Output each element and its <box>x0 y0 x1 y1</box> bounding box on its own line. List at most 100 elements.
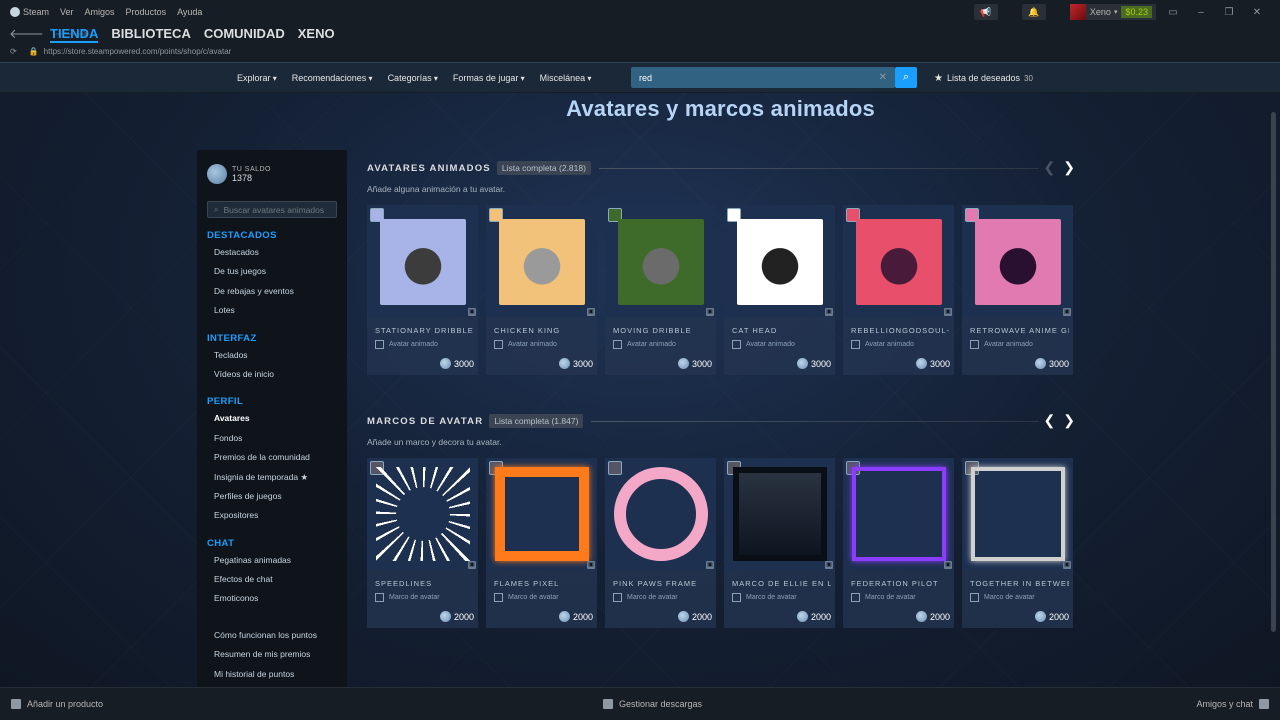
sidebar-item[interactable]: Teclados <box>207 346 337 365</box>
full-list-button[interactable]: Lista completa (2.818) <box>496 161 591 175</box>
chevron-left-icon[interactable]: ❮ <box>1044 412 1056 429</box>
chevron-right-icon[interactable]: ❯ <box>1063 412 1075 429</box>
sidebar-item[interactable]: Vídeos de inicio <box>207 365 337 384</box>
item-type-label: Marco de avatar <box>627 594 678 601</box>
avatar-card[interactable]: ▣ MOVING DRIBBLE Avatar animado 3000 <box>605 205 716 375</box>
gift-icon[interactable]: ▣ <box>706 561 714 569</box>
account-menu[interactable]: Xeno ▾ $0.23 <box>1069 4 1156 20</box>
full-list-button[interactable]: Lista completa (1.847) <box>489 414 584 428</box>
frame-card[interactable]: ▣ PINK PAWS FRAME Marco de avatar 2000 <box>605 458 716 628</box>
sidebar-link[interactable]: Resumen de mis premios <box>207 645 337 664</box>
star-icon: ★ <box>934 72 943 84</box>
sidebar-section-heading: DESTACADOS <box>207 230 277 241</box>
sidebar-item[interactable]: Destacados <box>207 243 337 262</box>
store-nav-misc[interactable]: Miscelánea <box>540 73 592 83</box>
gift-icon[interactable]: ▣ <box>1063 308 1071 316</box>
gift-icon[interactable]: ▣ <box>706 308 714 316</box>
store-search-input[interactable]: red ✕ <box>631 67 895 88</box>
title-bar: Steam Ver Amigos Productos Ayuda 📢 🔔 Xen… <box>0 0 1280 24</box>
chevron-right-icon[interactable]: ❯ <box>1063 159 1075 176</box>
store-nav-explore[interactable]: Explorar <box>237 73 277 83</box>
url-text[interactable]: https://store.steampowered.com/points/sh… <box>44 47 232 56</box>
menu-products[interactable]: Productos <box>126 7 167 17</box>
sidebar-item[interactable]: Efectos de chat <box>207 570 337 589</box>
tab-community[interactable]: COMUNIDAD <box>204 26 285 43</box>
friends-chat-button[interactable]: Amigos y chat <box>1196 699 1269 709</box>
gift-icon[interactable]: ▣ <box>825 561 833 569</box>
item-price: 3000 <box>558 358 593 369</box>
gift-icon[interactable]: ▣ <box>587 308 595 316</box>
steam-menu[interactable]: Steam <box>10 7 49 18</box>
item-type-label: Avatar animado <box>508 341 557 348</box>
sidebar-item[interactable]: Lotes <box>207 301 337 320</box>
gift-icon[interactable]: ▣ <box>468 561 476 569</box>
sidebar-link[interactable]: Cómo funcionan los puntos <box>207 626 337 645</box>
sidebar-item[interactable]: Premios de la comunidad <box>207 448 337 467</box>
sidebar-item[interactable]: Perfiles de juegos <box>207 487 337 506</box>
card-image-area: ▣ <box>486 205 597 317</box>
menu-friends[interactable]: Amigos <box>85 7 115 17</box>
avatar-card[interactable]: ▣ RETROWAVE ANIME GIRL Avatar animado 3000 <box>962 205 1073 375</box>
download-icon <box>603 699 613 709</box>
gift-icon[interactable]: ▣ <box>944 561 952 569</box>
gift-icon[interactable]: ▣ <box>587 561 595 569</box>
avatar-card[interactable]: ▣ REBELLIONGODSOUL-U N Avatar animado 3000 <box>843 205 954 375</box>
sidebar-item[interactable]: De rebajas y eventos <box>207 282 337 301</box>
reload-icon[interactable]: ⟳ <box>10 47 17 56</box>
frame-type-icon <box>613 593 622 602</box>
search-button[interactable]: ⌕ <box>895 67 917 88</box>
item-price: 2000 <box>677 611 712 622</box>
big-picture-icon[interactable]: ▭ <box>1168 7 1178 18</box>
avatar-card[interactable]: ▣ STATIONARY DRIBBLE Avatar animado 3000 <box>367 205 478 375</box>
gift-icon[interactable]: ▣ <box>825 308 833 316</box>
store-nav-categories[interactable]: Categorías <box>388 73 438 83</box>
card-image-area: ▣ <box>367 205 478 317</box>
sidebar-item[interactable]: Emoticonos <box>207 589 337 608</box>
gift-icon[interactable]: ▣ <box>468 308 476 316</box>
menu-view[interactable]: Ver <box>60 7 74 17</box>
chevron-left-icon[interactable]: ❮ <box>1044 159 1056 176</box>
sidebar-item[interactable]: Avatares <box>207 409 337 428</box>
item-type-label: Avatar animado <box>627 341 676 348</box>
add-product-button[interactable]: Añadir un producto <box>11 699 103 709</box>
item-name: SPEEDLINES <box>375 579 433 588</box>
card-image-area: ▣ <box>605 205 716 317</box>
frame-card[interactable]: ▣ TOGETHER IN BETWEEN T Marco de avatar 200… <box>962 458 1073 628</box>
sidebar-item[interactable]: De tus juegos <box>207 262 337 281</box>
maximize-icon[interactable]: ❐ <box>1224 7 1234 18</box>
menu-help[interactable]: Ayuda <box>177 7 202 17</box>
store-nav-recommendations[interactable]: Recomendaciones <box>292 73 373 83</box>
frame-card[interactable]: ▣ FEDERATION PILOT Marco de avatar 2000 <box>843 458 954 628</box>
manage-downloads-button[interactable]: Gestionar descargas <box>603 699 702 709</box>
frame-type-icon <box>732 593 741 602</box>
tab-profile[interactable]: XENO <box>298 26 335 43</box>
avatar-card[interactable]: ▣ CAT HEAD Avatar animado 3000 <box>724 205 835 375</box>
wishlist-label: Lista de deseados <box>946 73 1021 83</box>
frame-card[interactable]: ▣ SPEEDLINES Marco de avatar 2000 <box>367 458 478 628</box>
clear-search-icon[interactable]: ✕ <box>879 72 887 83</box>
sidebar-item[interactable]: Fondos <box>207 429 337 448</box>
close-icon[interactable]: ✕ <box>1252 7 1262 18</box>
bell-icon[interactable]: 🔔 <box>1021 4 1046 20</box>
animated-avatars-section: AVATARES ANIMADOS Lista completa (2.818)… <box>367 159 1077 375</box>
minimize-icon[interactable]: – <box>1196 7 1206 18</box>
gift-icon[interactable]: ▣ <box>1063 561 1071 569</box>
frame-card[interactable]: ▣ MARCO DE ELLIE EN LA V Marco de avatar 20… <box>724 458 835 628</box>
sidebar-item[interactable]: Insignia de temporada ★ <box>207 468 337 487</box>
sidebar-item[interactable]: Pegatinas animadas <box>207 551 337 570</box>
frame-card[interactable]: ▣ FLAMES PIXEL Marco de avatar 2000 <box>486 458 597 628</box>
back-arrow-icon[interactable]: 🡐 <box>9 26 44 42</box>
frame-preview-image <box>733 467 827 561</box>
avatar-card[interactable]: ▣ CHICKEN KING Avatar animado 3000 <box>486 205 597 375</box>
sidebar-link[interactable]: Mi historial de puntos <box>207 665 337 684</box>
wishlist-count: 30 <box>1024 73 1033 83</box>
tab-store[interactable]: TIENDA <box>50 26 99 43</box>
tab-library[interactable]: BIBLIOTECA <box>111 26 190 43</box>
gift-icon[interactable]: ▣ <box>944 308 952 316</box>
sidebar-item[interactable]: Expositores <box>207 506 337 525</box>
wishlist-link[interactable]: ★ Lista de deseados 30 <box>934 63 1033 93</box>
avatar-search-input[interactable]: ⌕ Buscar avatares animados <box>207 201 337 218</box>
megaphone-icon[interactable]: 📢 <box>973 4 998 20</box>
scrollbar[interactable] <box>1271 112 1276 632</box>
store-nav-ways-to-play[interactable]: Formas de jugar <box>453 73 525 83</box>
